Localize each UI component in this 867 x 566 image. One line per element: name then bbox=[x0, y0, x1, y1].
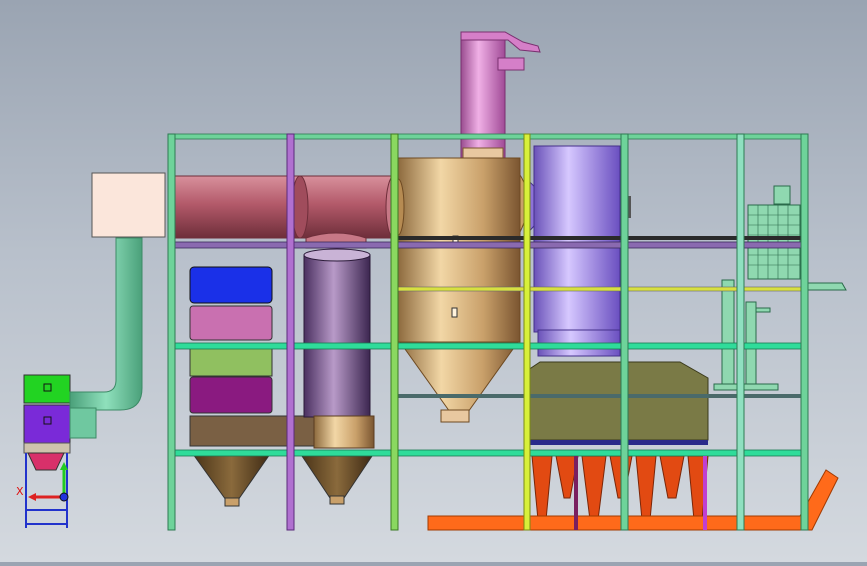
cad-drawing bbox=[23, 31, 847, 531]
x-axis-label: X bbox=[16, 485, 24, 498]
filter-stack bbox=[189, 266, 315, 507]
cad-viewport[interactable]: X bbox=[0, 0, 867, 562]
orange-hoppers bbox=[531, 455, 709, 521]
cream-box bbox=[91, 172, 166, 238]
conveyor bbox=[427, 469, 839, 531]
violet-tank bbox=[524, 145, 631, 357]
mint-pipe bbox=[69, 237, 143, 439]
purple-column bbox=[301, 248, 375, 505]
olive-dryer bbox=[527, 361, 709, 445]
left-filter-unit bbox=[23, 374, 71, 528]
